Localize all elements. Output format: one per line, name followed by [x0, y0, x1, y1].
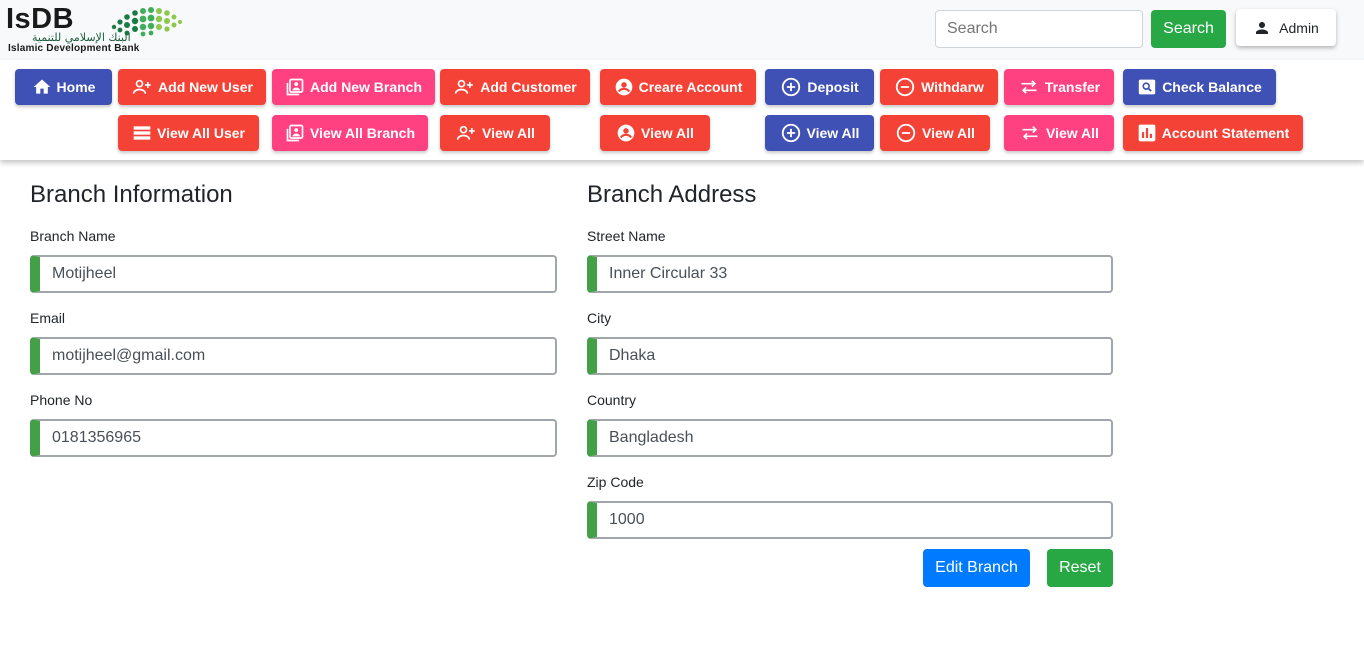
nav-view-all-deposits-label: View All: [806, 125, 860, 141]
nav-transfer-label: Transfer: [1044, 79, 1101, 95]
nav-view-all-transfers-button[interactable]: View All: [1004, 115, 1114, 151]
street-name-field[interactable]: [587, 255, 1113, 293]
nav-add-customer-label: Add Customer: [480, 79, 577, 95]
nav-view-all-branch-button[interactable]: View All Branch: [272, 115, 428, 151]
person-add-icon: [453, 77, 475, 97]
nav-withdraw-label: Withdarw: [921, 79, 984, 95]
swap-arrows-icon: [1018, 77, 1040, 97]
account-circle-icon: [616, 123, 636, 143]
logo-english-text: Islamic Development Bank: [8, 43, 140, 54]
nav-view-all-deposits-button[interactable]: View All: [765, 115, 874, 151]
edit-branch-button[interactable]: Edit Branch: [923, 549, 1030, 587]
nav-withdraw-button[interactable]: Withdarw: [880, 69, 998, 105]
person-add-icon: [455, 123, 477, 143]
nav-add-new-user-button[interactable]: Add New User: [118, 69, 266, 105]
main-nav: Home Add New User Add New Branch Add Cus…: [0, 60, 1364, 160]
nav-add-customer-button[interactable]: Add Customer: [440, 69, 590, 105]
plus-circle-icon: [780, 122, 802, 144]
minus-circle-icon: [894, 76, 916, 98]
nav-deposit-label: Deposit: [807, 79, 859, 95]
branch-name-field[interactable]: [30, 255, 557, 293]
nav-add-new-user-label: Add New User: [158, 79, 253, 95]
nav-view-all-user-button[interactable]: View All User: [118, 115, 259, 151]
phone-no-field[interactable]: [30, 419, 557, 457]
search-button[interactable]: Search: [1151, 10, 1226, 48]
country-field[interactable]: [587, 419, 1113, 457]
nav-account-statement-label: Account Statement: [1161, 125, 1290, 141]
street-name-label: Street Name: [587, 228, 666, 244]
nav-view-all-customers-label: View All: [482, 125, 535, 141]
country-label: Country: [587, 392, 637, 408]
search-input[interactable]: [935, 10, 1143, 48]
city-field[interactable]: [587, 337, 1113, 375]
nav-view-all-accounts-button[interactable]: View All: [600, 115, 710, 151]
plus-circle-icon: [780, 76, 802, 98]
nav-view-all-withdrawals-button[interactable]: View All: [880, 115, 990, 151]
email-field[interactable]: [30, 337, 557, 375]
nav-create-account-button[interactable]: Creare Account: [600, 69, 756, 105]
email-label: Email: [30, 310, 66, 326]
nav-add-new-branch-label: Add New Branch: [309, 79, 422, 95]
zip-code-field[interactable]: [587, 501, 1113, 539]
nav-deposit-button[interactable]: Deposit: [765, 69, 874, 105]
nav-view-all-withdrawals-label: View All: [922, 125, 975, 141]
nav-view-all-accounts-label: View All: [641, 125, 694, 141]
city-label: City: [587, 310, 612, 326]
list-icon: [132, 125, 152, 141]
top-header: IsDB البنك الإسلامي للتنمية Islamic Deve…: [0, 0, 1364, 60]
admin-user-button[interactable]: Admin: [1236, 9, 1336, 46]
nav-create-account-label: Creare Account: [638, 79, 743, 95]
nav-view-all-branch-label: View All Branch: [309, 125, 416, 141]
nav-add-new-branch-button[interactable]: Add New Branch: [272, 69, 435, 105]
branch-information-heading: Branch Information: [30, 181, 233, 208]
home-icon: [32, 77, 52, 97]
nav-check-balance-button[interactable]: Check Balance: [1123, 69, 1276, 105]
portrait-icon: [285, 123, 305, 143]
nav-home-label: Home: [56, 79, 96, 95]
nav-view-all-customers-button[interactable]: View All: [440, 115, 550, 151]
phone-no-label: Phone No: [30, 392, 93, 408]
nav-view-all-user-label: View All User: [157, 125, 245, 141]
isdb-logo[interactable]: IsDB البنك الإسلامي للتنمية Islamic Deve…: [6, 3, 196, 55]
nav-home-button[interactable]: Home: [15, 69, 112, 105]
bar-chart-icon: [1137, 123, 1157, 143]
portrait-icon: [285, 77, 305, 97]
minus-circle-icon: [895, 122, 917, 144]
nav-check-balance-label: Check Balance: [1162, 79, 1262, 95]
person-icon: [1253, 19, 1271, 37]
nav-view-all-transfers-label: View All: [1046, 125, 1099, 141]
swap-arrows-icon: [1019, 123, 1041, 143]
search-card-icon: [1137, 78, 1157, 96]
nav-transfer-button[interactable]: Transfer: [1004, 69, 1114, 105]
admin-label: Admin: [1279, 19, 1319, 36]
reset-button[interactable]: Reset: [1047, 549, 1113, 587]
account-circle-icon: [614, 77, 634, 97]
branch-address-heading: Branch Address: [587, 181, 757, 208]
nav-account-statement-button[interactable]: Account Statement: [1123, 115, 1303, 151]
person-add-icon: [131, 77, 153, 97]
branch-name-label: Branch Name: [30, 228, 116, 244]
zip-code-label: Zip Code: [587, 474, 644, 490]
